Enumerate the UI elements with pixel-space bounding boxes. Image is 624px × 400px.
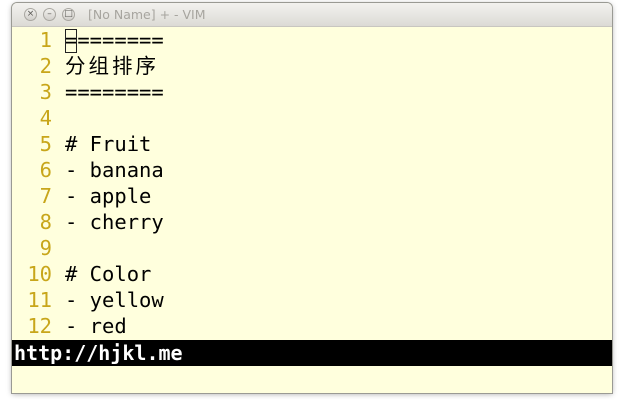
- maximize-window-button[interactable]: □: [62, 8, 75, 21]
- buffer-line: 8 - cherry: [12, 209, 612, 235]
- buffer-line: 10 # Color: [12, 261, 612, 287]
- line-number: 5: [39, 132, 52, 156]
- line-text[interactable]: # Color: [65, 261, 151, 287]
- line-text[interactable]: - apple: [65, 183, 151, 209]
- buffer-line: 2 分组排序: [12, 53, 612, 79]
- buffer-line: 4: [12, 105, 612, 131]
- minimize-window-button[interactable]: –: [43, 8, 56, 21]
- buffer-line: 12 - red: [12, 313, 612, 339]
- line-number: 10: [27, 262, 52, 286]
- line-text[interactable]: - yellow: [65, 287, 164, 313]
- line-number: 9: [39, 236, 52, 260]
- line-text[interactable]: - cherry: [65, 209, 164, 235]
- command-line[interactable]: [12, 366, 612, 393]
- buffer-line: 3 ========: [12, 79, 612, 105]
- buffer-line: 9: [12, 235, 612, 261]
- vim-window: × – □ [No Name] + - VIM 1 ======== 2 分组排…: [12, 3, 612, 393]
- line-number: 12: [27, 314, 52, 338]
- line-text[interactable]: 分组排序: [65, 53, 159, 79]
- line-number: 4: [39, 106, 52, 130]
- buffer-line: 6 - banana: [12, 157, 612, 183]
- status-text: http://hjkl.me: [14, 341, 183, 365]
- line-text[interactable]: ========: [65, 27, 164, 53]
- maximize-icon: □: [64, 9, 73, 19]
- window-title: [No Name] + - VIM: [88, 7, 206, 22]
- line-number: 11: [27, 288, 52, 312]
- line-number: 1: [39, 28, 52, 52]
- close-window-button[interactable]: ×: [24, 8, 37, 21]
- line-text[interactable]: - banana: [65, 157, 164, 183]
- buffer-line: 5 # Fruit: [12, 131, 612, 157]
- status-line: http://hjkl.me: [12, 340, 612, 366]
- buffer-line: 11 - yellow: [12, 287, 612, 313]
- line-text[interactable]: ========: [65, 79, 164, 105]
- buffer-line: 7 - apple: [12, 183, 612, 209]
- line-number: 7: [39, 184, 52, 208]
- line-number: 6: [39, 158, 52, 182]
- line-text[interactable]: # Fruit: [65, 131, 151, 157]
- buffer-line: 1 ========: [12, 27, 612, 53]
- line-number: 2: [39, 54, 52, 78]
- line-number: 8: [39, 210, 52, 234]
- close-icon: ×: [26, 9, 35, 19]
- line-text[interactable]: - red: [65, 313, 127, 339]
- minimize-icon: –: [47, 9, 52, 19]
- editor-buffer[interactable]: 1 ======== 2 分组排序 3 ======== 4 5 # Fruit…: [12, 27, 612, 340]
- title-bar[interactable]: × – □ [No Name] + - VIM: [12, 3, 612, 27]
- line-number: 3: [39, 80, 52, 104]
